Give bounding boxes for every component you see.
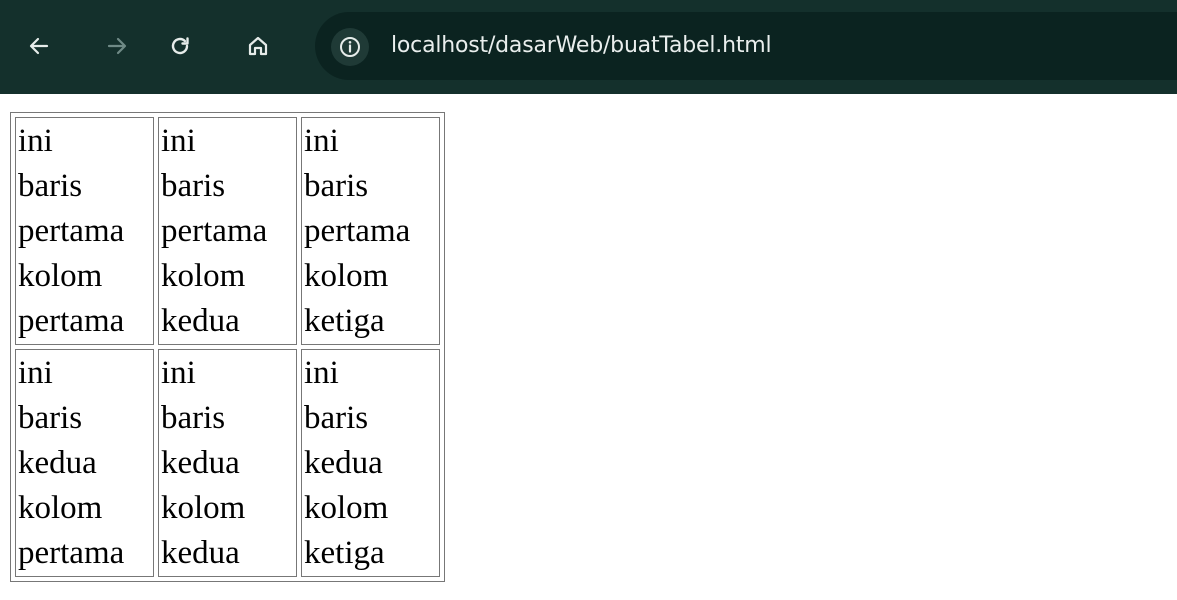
- site-info-button[interactable]: [331, 28, 369, 66]
- cell-text: ini: [18, 355, 53, 391]
- cell-text: kolom: [161, 490, 246, 526]
- forward-button[interactable]: [99, 28, 135, 64]
- data-table: ini baris pertama kolom pertama ini baris perta…: [10, 112, 445, 582]
- cell-text: baris: [161, 168, 226, 204]
- table-cell: ini baris pertama kolom pertama: [15, 117, 154, 345]
- cell-text: baris: [304, 168, 369, 204]
- back-button[interactable]: [21, 28, 57, 64]
- page-content: ini baris pertama kolom pertama ini baris perta…: [10, 112, 445, 582]
- table-cell: ini baris pertama kolom kedua: [158, 117, 297, 345]
- cell-text: ketiga: [304, 303, 385, 339]
- cell-text: pertama: [18, 213, 125, 249]
- home-button[interactable]: [240, 28, 276, 64]
- cell-text: ini: [18, 123, 53, 159]
- cell-text: baris: [304, 400, 369, 436]
- info-icon: [340, 37, 360, 57]
- cell-text: kedua: [161, 303, 240, 339]
- reload-icon: [171, 37, 189, 55]
- cell-text: ketiga: [304, 535, 385, 571]
- cell-text: pertama: [18, 303, 125, 339]
- address-bar[interactable]: localhost/dasarWeb/buatTabel.html: [315, 12, 1177, 80]
- cell-text: kolom: [18, 490, 103, 526]
- cell-text: ini: [161, 123, 196, 159]
- cell-text: baris: [18, 400, 83, 436]
- cell-text: kolom: [18, 258, 103, 294]
- table-row: ini baris kedua kolom pertama ini baris kedua ko…: [15, 349, 440, 577]
- forward-arrow-icon: [107, 37, 127, 55]
- cell-text: ini: [161, 355, 196, 391]
- cell-text: kolom: [304, 490, 389, 526]
- cell-text: kedua: [161, 445, 240, 481]
- cell-text: kolom: [304, 258, 389, 294]
- table-cell: ini baris kedua kolom pertama: [15, 349, 154, 577]
- reload-button[interactable]: [162, 28, 198, 64]
- cell-text: kedua: [18, 445, 97, 481]
- back-arrow-icon: [29, 37, 49, 55]
- cell-text: kedua: [161, 535, 240, 571]
- cell-text: baris: [161, 400, 226, 436]
- cell-text: pertama: [161, 213, 268, 249]
- cell-text: pertama: [18, 535, 125, 571]
- table-cell: ini baris kedua kolom ketiga: [301, 349, 440, 577]
- cell-text: kedua: [304, 445, 383, 481]
- table-cell: ini baris kedua kolom kedua: [158, 349, 297, 577]
- table-cell: ini baris pertama kolom ketiga: [301, 117, 440, 345]
- browser-toolbar: localhost/dasarWeb/buatTabel.html: [0, 0, 1177, 94]
- cell-text: ini: [304, 355, 339, 391]
- home-icon: [248, 36, 268, 56]
- cell-text: baris: [18, 168, 83, 204]
- cell-text: kolom: [161, 258, 246, 294]
- table-row: ini baris pertama kolom pertama ini baris perta…: [15, 117, 440, 345]
- url-text[interactable]: localhost/dasarWeb/buatTabel.html: [391, 30, 772, 62]
- cell-text: pertama: [304, 213, 411, 249]
- cell-text: ini: [304, 123, 339, 159]
